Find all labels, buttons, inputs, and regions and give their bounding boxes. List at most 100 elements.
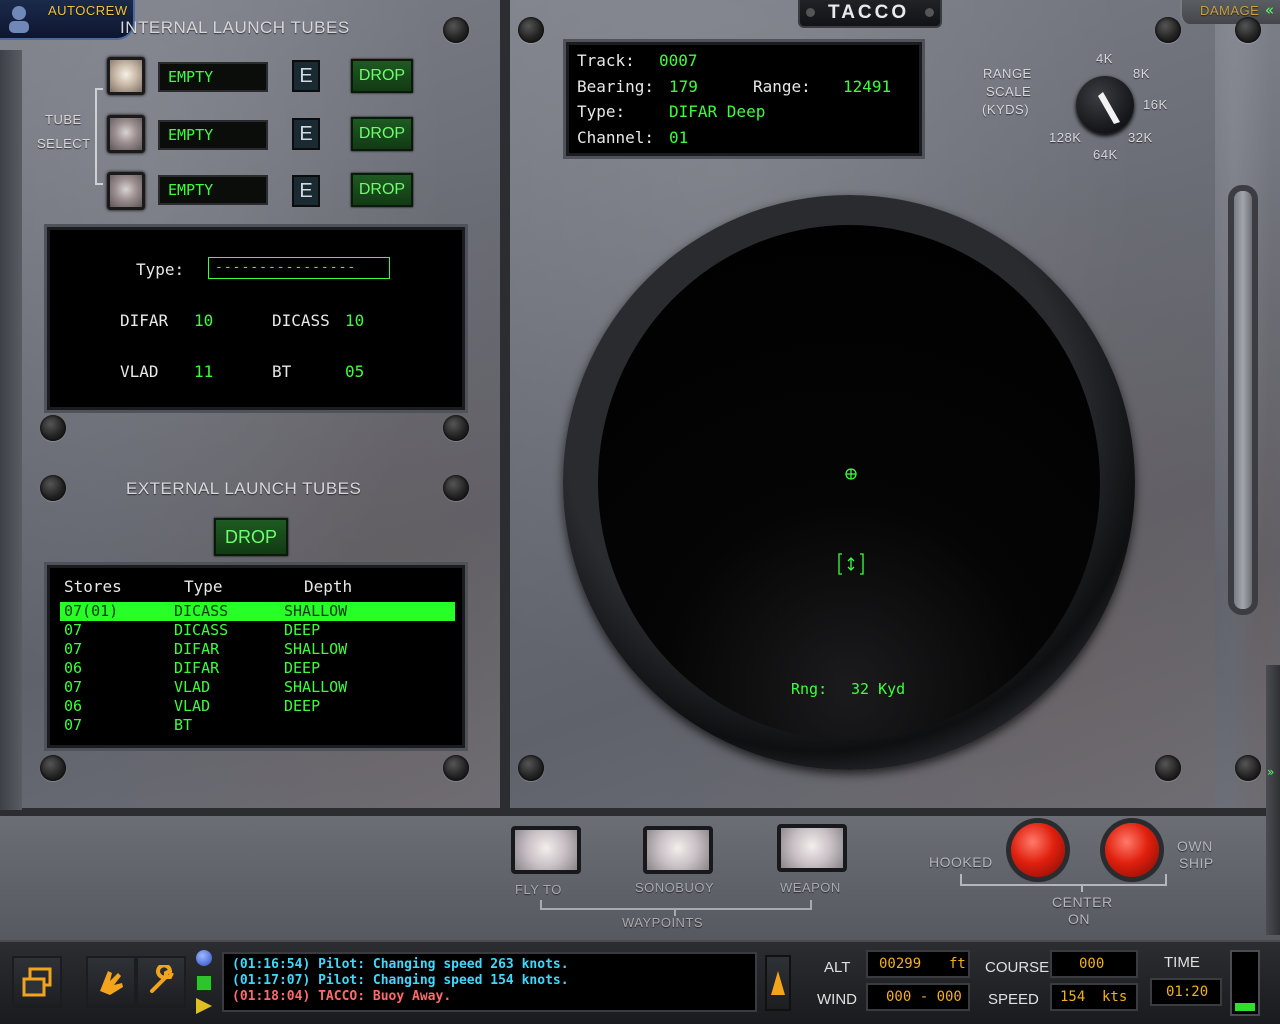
table-row[interactable]: 07 DICASS DEEP <box>60 621 455 640</box>
right-side-tab[interactable]: » <box>1266 665 1280 935</box>
tube-1-drop-button[interactable]: DROP <box>351 59 413 93</box>
hooked-center-button[interactable] <box>1011 823 1065 877</box>
tube-select-label: TUBE <box>45 112 82 127</box>
vlad-count: 11 <box>194 362 214 381</box>
panel-seam-h <box>0 808 1280 816</box>
range-option: 8K <box>1133 66 1150 81</box>
hand-signal-icon <box>100 971 123 995</box>
own-ship-label: OWN <box>1177 838 1213 854</box>
weapon-button[interactable] <box>777 824 847 872</box>
tube-1-select-light[interactable] <box>107 57 145 95</box>
message-line: (01:16:54) Pilot: Changing speed 263 kno… <box>232 957 569 972</box>
range-scale-label: RANGE <box>983 66 1032 81</box>
track-label: Track: <box>577 51 635 70</box>
table-row[interactable]: 06 DIFAR DEEP <box>60 659 455 678</box>
scroll-log-button[interactable] <box>765 955 791 1011</box>
course-value: 000 <box>1079 956 1105 972</box>
speed-readout: 154 kts <box>1050 983 1138 1011</box>
ownship-marker-icon <box>845 468 857 480</box>
stores-cell: 06 <box>64 659 83 677</box>
crew-command-button[interactable] <box>86 956 136 1008</box>
tube-3-e-button[interactable]: E <box>292 175 320 207</box>
depth-cell: SHALLOW <box>284 678 348 696</box>
settings-button[interactable] <box>136 956 186 1008</box>
panel-seam <box>500 0 510 815</box>
range-option: 4K <box>1096 51 1113 66</box>
channel-value: 01 <box>669 128 689 147</box>
fuel-gauge-fill <box>1235 1003 1255 1011</box>
station-title: TACCO <box>828 2 910 23</box>
tube-3-drop-button[interactable]: DROP <box>351 173 413 207</box>
tube-1-e-button[interactable]: E <box>292 60 320 92</box>
windows-button[interactable] <box>12 956 62 1008</box>
type-value: DIFAR Deep <box>669 102 766 121</box>
scope-screen[interactable]: Rng: 32 Kyd <box>598 225 1100 740</box>
type-cell: DICASS <box>174 621 229 639</box>
tube-3-select-light[interactable] <box>107 172 145 210</box>
autocrew-label: AUTOCREW <box>48 3 128 18</box>
table-row[interactable]: 06 VLAD DEEP <box>60 697 455 716</box>
message-line: (01:18:04) TACCO: Buoy Away. <box>232 989 452 1004</box>
screw <box>443 17 469 43</box>
plate-rivet <box>806 8 815 17</box>
wind-value: 000 - 000 <box>886 989 962 1005</box>
bt-count: 05 <box>345 362 365 381</box>
sonobuoy-button[interactable] <box>643 826 713 874</box>
track-value: 0007 <box>659 51 698 70</box>
screw <box>40 415 66 441</box>
depth-column-header: Depth <box>304 577 353 596</box>
tube-2-select-light[interactable] <box>107 115 145 153</box>
dicass-count: 10 <box>345 311 365 330</box>
station-title-plate: TACCO <box>798 0 942 28</box>
play-icon[interactable] <box>196 998 212 1014</box>
fuel-gauge <box>1230 950 1260 1016</box>
screw <box>1235 755 1261 781</box>
tube-2-drop-button[interactable]: DROP <box>351 117 413 151</box>
hooked-label: HOOKED <box>929 854 993 870</box>
left-side-tab <box>0 50 22 810</box>
inventory-display: Type: ---------------- DIFAR 10 DICASS 1… <box>47 227 465 410</box>
stores-cell: 07 <box>64 621 83 639</box>
alt-value: 00299 <box>879 956 922 972</box>
tube-2-e-button[interactable]: E <box>292 118 320 150</box>
stores-cell: 06 <box>64 697 83 715</box>
globe-icon[interactable] <box>196 950 212 966</box>
range-scale-knob[interactable] <box>1076 76 1134 134</box>
panel-handle <box>1228 185 1258 615</box>
inventory-type-field[interactable]: ---------------- <box>208 257 390 279</box>
screw <box>443 475 469 501</box>
damage-tab[interactable]: DAMAGE « <box>1180 0 1280 24</box>
bearing-value: 179 <box>669 77 698 96</box>
stores-cell: 07(01) <box>64 602 119 620</box>
speed-label: SPEED <box>988 991 1039 1008</box>
depth-cell: SHALLOW <box>284 640 348 658</box>
dicass-label: DICASS <box>272 311 330 330</box>
autocrew-tab[interactable]: AUTOCREW <box>0 0 135 40</box>
vlad-label: VLAD <box>120 362 159 381</box>
waypoints-label: WAYPOINTS <box>622 915 704 930</box>
table-row[interactable]: 07(01) DICASS SHALLOW <box>60 602 455 621</box>
screw <box>518 17 544 43</box>
tube-2-status: EMPTY <box>158 120 268 150</box>
external-drop-button[interactable]: DROP <box>214 518 288 556</box>
sonobuoy-label: SONOBUOY <box>635 880 715 895</box>
depth-cell: DEEP <box>284 697 321 715</box>
own-ship-label: SHIP <box>1179 855 1214 871</box>
arrow-up-icon <box>771 971 785 995</box>
tube-select-label: SELECT <box>37 136 91 151</box>
range-label: Range: <box>753 77 811 96</box>
screw <box>40 475 66 501</box>
stop-icon[interactable] <box>196 975 212 991</box>
table-row[interactable]: 07 VLAD SHALLOW <box>60 678 455 697</box>
fly-to-button[interactable] <box>511 826 581 874</box>
alt-readout: 00299 ft <box>866 950 970 978</box>
tube-select-bracket <box>95 88 103 185</box>
damage-label: DAMAGE <box>1200 3 1260 18</box>
table-row[interactable]: 07 DIFAR SHALLOW <box>60 640 455 659</box>
time-label: TIME <box>1164 954 1200 971</box>
tube-3-status: EMPTY <box>158 175 268 205</box>
difar-label: DIFAR <box>120 311 169 330</box>
table-row[interactable]: 07 BT <box>60 716 455 735</box>
own-ship-center-button[interactable] <box>1105 823 1159 877</box>
bt-label: BT <box>272 362 292 381</box>
